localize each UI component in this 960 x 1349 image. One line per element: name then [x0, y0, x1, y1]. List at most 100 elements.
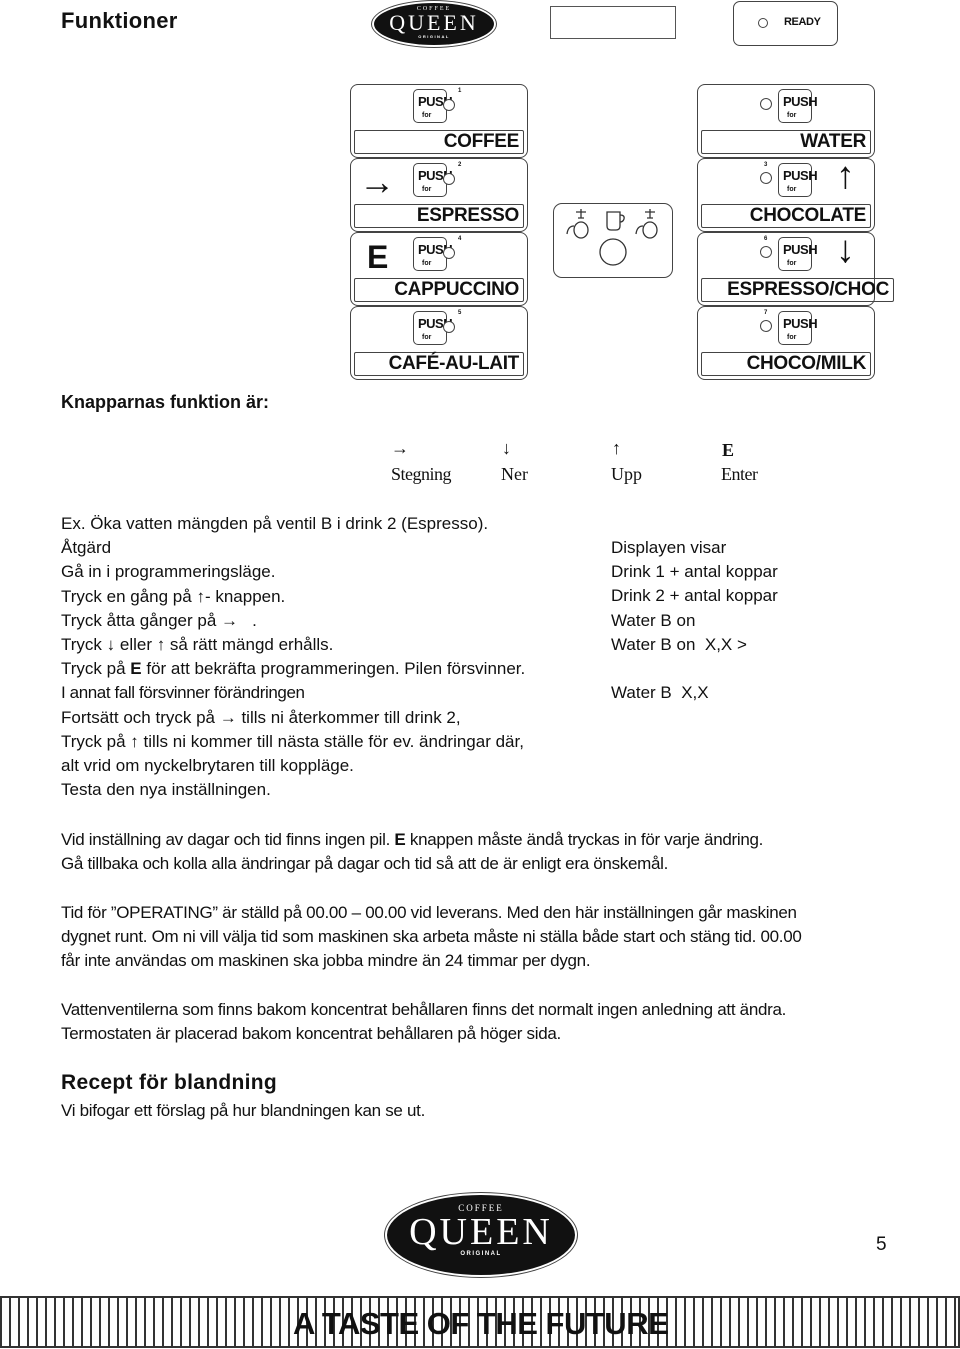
push-key[interactable]: PUSH for: [413, 311, 453, 345]
for-label: for: [787, 334, 797, 341]
button-label: ESPRESSO: [354, 204, 524, 228]
water-button[interactable]: PUSH for WATER: [697, 84, 875, 158]
step-action: Tryck på E för att bekräfta programmerin…: [61, 659, 526, 679]
example-section: Ex. Öka vatten mängden på ventil B i dri…: [61, 512, 525, 802]
footer-logo: COFFEE QUEEN ORIGINAL: [387, 1195, 575, 1275]
push-label: PUSH: [783, 168, 818, 183]
step-display: Water B on: [611, 610, 696, 630]
push-label: PUSH: [783, 94, 818, 109]
up-arrow-icon: ↑: [612, 438, 621, 458]
page-title: Funktioner: [61, 8, 178, 33]
dispenser-panel: [553, 203, 673, 278]
recipe-text: Vi bifogar ett förslag på hur blandninge…: [61, 1101, 426, 1120]
step-action: Testa den nya inställningen.: [61, 780, 271, 800]
push-key[interactable]: PUSH for: [413, 237, 453, 271]
coffee-queen-logo: COFFEE QUEEN ORIGINAL: [374, 3, 494, 45]
button-number: 5: [458, 310, 462, 316]
step-display: Drink 2 + antal koppar: [611, 586, 778, 606]
logo-main-text: QUEEN: [409, 1211, 553, 1253]
button-number: 1: [458, 88, 462, 94]
legend-label-upp: Upp: [611, 464, 642, 484]
display-header: Displayen visar: [611, 538, 727, 557]
led-icon: [443, 247, 455, 259]
for-label: for: [422, 186, 432, 193]
logo-main-text: QUEEN: [389, 10, 479, 35]
step-action: Tryck en gång på ↑- knappen.: [61, 586, 286, 606]
led-icon: [443, 173, 455, 185]
for-label: for: [422, 334, 432, 341]
button-number: 6: [764, 236, 768, 242]
page-number: 5: [876, 1234, 887, 1255]
recipe-heading: Recept för blandning: [61, 1071, 277, 1094]
button-number: 7: [764, 310, 768, 316]
espresso-button[interactable]: → PUSH for 2 ESPRESSO: [350, 158, 528, 232]
choco-milk-button[interactable]: 7 PUSH for CHOCO/MILK: [697, 306, 875, 380]
cafe-au-lait-button[interactable]: PUSH for 5 CAFÉ-AU-LAIT: [350, 306, 528, 380]
left-carafe-icon: [566, 209, 589, 239]
ready-led-icon: [758, 18, 768, 28]
display-column: Displayen visar Drink 1 + antal koppar D…: [611, 536, 778, 705]
button-label: CHOCOLATE: [701, 204, 871, 228]
action-header: Åtgärd: [61, 538, 112, 558]
ready-label: READY: [784, 16, 821, 28]
enter-e-icon: E: [367, 239, 389, 275]
push-key[interactable]: PUSH for: [778, 311, 818, 345]
legend-label-stegning: Stegning: [391, 464, 452, 484]
step-action: Fortsätt och tryck på → tills ni återkom…: [61, 707, 461, 727]
chocolate-button[interactable]: 3 PUSH for ↑ CHOCOLATE: [697, 155, 875, 232]
right-carafe-icon: [635, 209, 658, 239]
paragraph-valves: Vattenventilerna som finns bakom koncent…: [61, 1000, 787, 1044]
button-number: 4: [458, 236, 462, 242]
down-arrow-icon: ↓: [502, 438, 511, 458]
push-key[interactable]: PUSH for: [413, 89, 453, 123]
paragraph-day-time: Vid inställning av dagar och tid finns i…: [61, 830, 764, 874]
step-action: Gå in i programmeringsläge.: [61, 562, 276, 582]
display-screen: [550, 6, 676, 39]
led-icon: [760, 172, 772, 184]
coffee-button[interactable]: PUSH for 1 COFFEE: [350, 84, 528, 158]
dispenser-icons: [566, 209, 658, 266]
right-arrow-icon: →: [359, 161, 395, 202]
button-number: 2: [458, 162, 462, 168]
push-label: PUSH: [783, 242, 818, 257]
ready-indicator: READY: [733, 1, 838, 46]
down-arrow-icon: ↓: [836, 229, 855, 271]
push-key[interactable]: PUSH for: [778, 89, 818, 123]
espresso-choc-button[interactable]: 6 PUSH for ↓ ESPRESSO/CHOC: [697, 229, 894, 306]
push-label: PUSH: [783, 316, 818, 331]
legend-label-enter: Enter: [721, 464, 758, 484]
cup-icon: [606, 211, 625, 231]
button-label: WATER: [701, 130, 871, 154]
step-display: Drink 1 + antal koppar: [611, 562, 778, 582]
push-key[interactable]: PUSH for: [778, 237, 818, 271]
functions-heading: Knapparnas funktion är:: [61, 392, 270, 412]
example-title: Ex. Öka vatten mängden på ventil B i dri…: [61, 514, 489, 533]
step-display: Water B X,X: [611, 683, 709, 703]
step-action: Tryck på ↑ tills ni kommer till nästa st…: [61, 731, 524, 751]
led-icon: [760, 320, 772, 332]
for-label: for: [422, 260, 432, 267]
right-arrow-icon: →: [391, 438, 409, 458]
up-arrow-icon: ↑: [836, 155, 855, 197]
button-label: ESPRESSO/CHOC: [701, 278, 894, 302]
step-action: Tryck ↓ eller ↑ så rätt mängd erhålls.: [61, 635, 334, 655]
enter-e-icon: E: [722, 440, 735, 460]
paragraph-operating: Tid för ”OPERATING” är ställd på 00.00 –…: [61, 903, 802, 971]
legend-label-ner: Ner: [501, 464, 528, 484]
step-action: Tryck åtta gånger på → .: [61, 610, 257, 630]
led-icon: [760, 98, 772, 110]
cappuccino-button[interactable]: E PUSH for 4 CAPPUCCINO: [350, 232, 528, 306]
dispense-circle-icon: [599, 238, 627, 266]
step-display: Water B on X,X >: [611, 634, 747, 654]
button-label: CHOCO/MILK: [701, 352, 871, 376]
push-key[interactable]: PUSH for: [413, 163, 453, 197]
push-key[interactable]: PUSH for: [778, 163, 818, 197]
step-action: I annat fall försvinner förändringen: [61, 683, 305, 703]
footer-banner: A TASTE OF THE FUTURE: [0, 1296, 960, 1348]
button-label: COFFEE: [354, 130, 524, 154]
led-icon: [443, 99, 455, 111]
led-icon: [760, 246, 772, 258]
button-number: 3: [764, 162, 768, 168]
for-label: for: [787, 112, 797, 119]
